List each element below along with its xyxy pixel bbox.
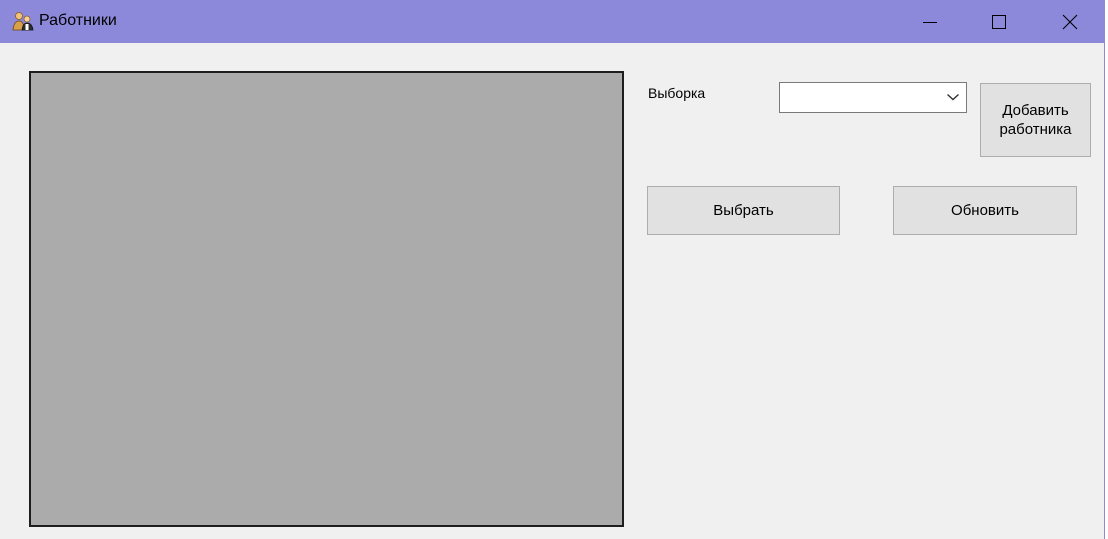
minimize-button[interactable] <box>907 0 953 43</box>
select-button[interactable]: Выбрать <box>647 186 840 235</box>
filter-label: Выборка <box>648 85 706 101</box>
close-button[interactable] <box>1047 0 1093 43</box>
maximize-button[interactable] <box>976 0 1022 43</box>
workers-icon <box>12 11 34 31</box>
minimize-icon <box>923 21 937 23</box>
chevron-down-icon <box>947 93 959 101</box>
filter-combobox[interactable] <box>779 82 967 113</box>
add-worker-button[interactable]: Добавить работника <box>980 83 1091 157</box>
workers-window: Работники Выборка Добавить работника Выб… <box>0 0 1105 539</box>
title-bar[interactable]: Работники <box>0 0 1105 43</box>
refresh-button[interactable]: Обновить <box>893 186 1077 235</box>
window-title: Работники <box>39 12 117 29</box>
maximize-icon <box>992 14 1006 29</box>
workers-data-grid[interactable] <box>29 71 624 527</box>
close-icon <box>1062 14 1078 29</box>
